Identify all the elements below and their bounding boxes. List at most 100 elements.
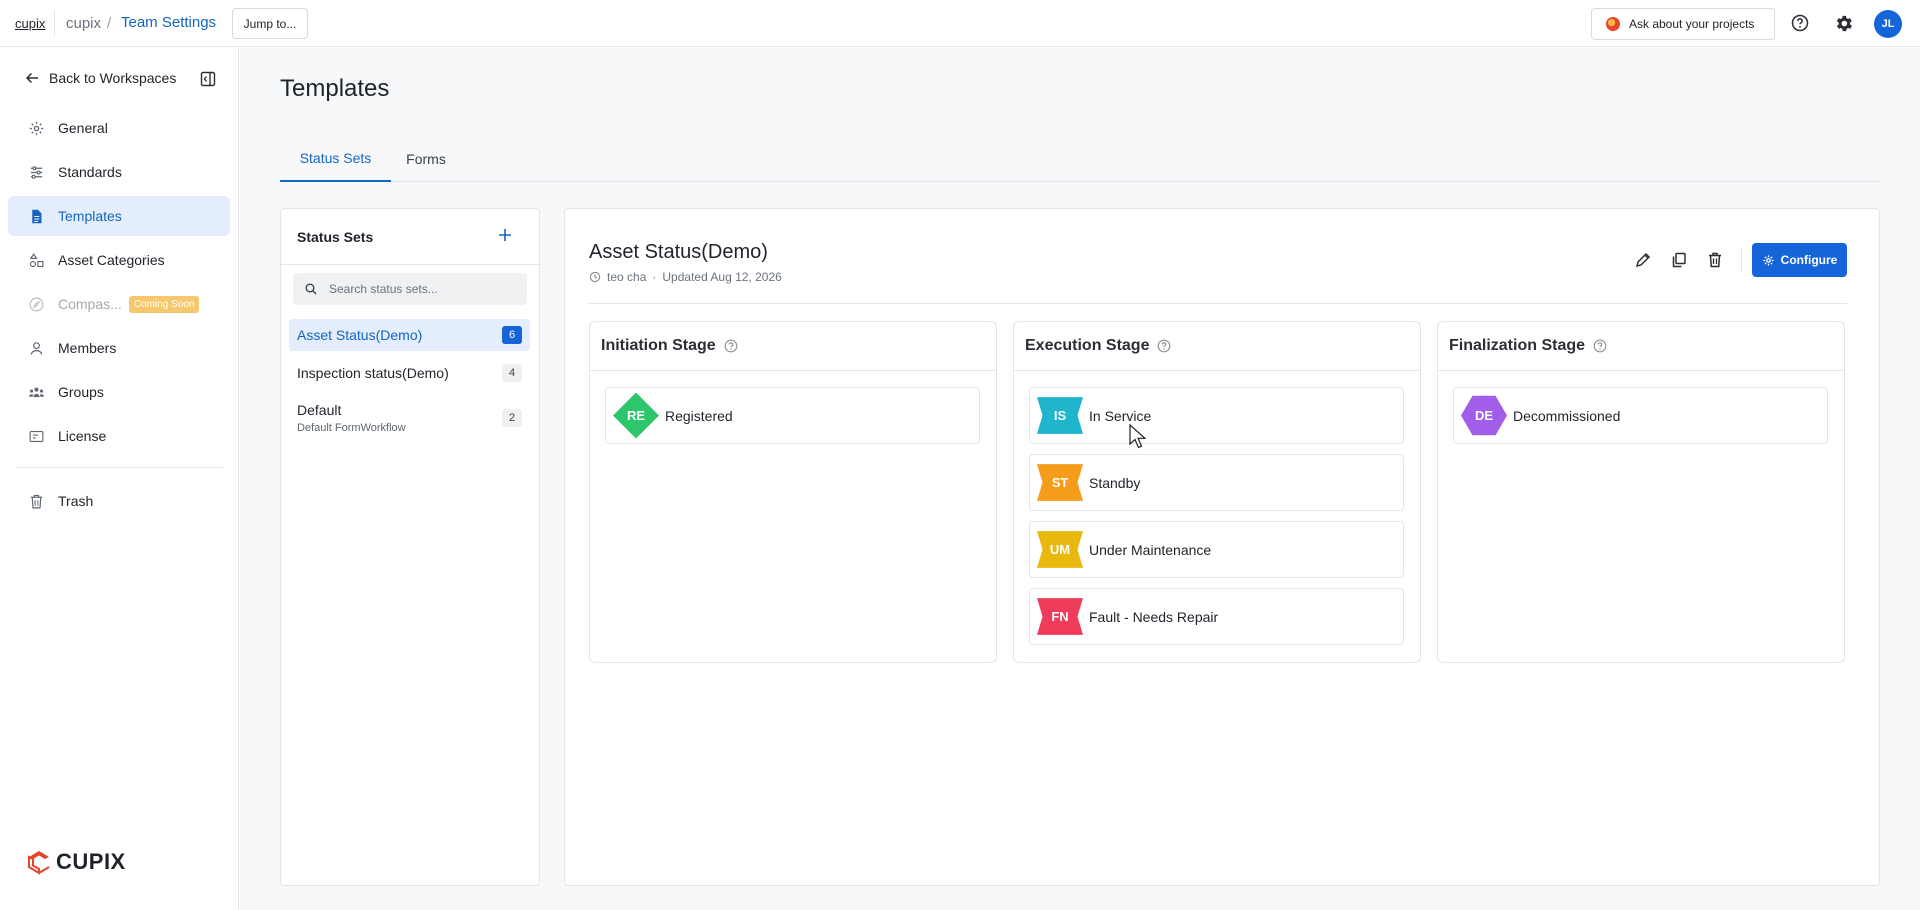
help-icon[interactable] <box>1791 14 1809 32</box>
status-set-item[interactable]: Default Default FormWorkflow 2 <box>289 395 530 441</box>
cupix-logo-icon <box>28 851 50 875</box>
sidebar-item-label: Asset Categories <box>58 252 165 268</box>
sidebar-divider <box>16 467 223 468</box>
add-status-set-icon[interactable] <box>496 226 514 244</box>
user-icon <box>30 341 43 355</box>
status-count-badge: 4 <box>502 364 522 382</box>
sidebar-item-groups[interactable]: Groups <box>8 372 230 412</box>
sidebar-item-label: License <box>58 428 107 444</box>
help-icon[interactable] <box>1593 339 1607 353</box>
group-icon <box>29 387 44 397</box>
status-count-badge: 2 <box>502 409 522 427</box>
status-label: Decommissioned <box>1513 407 1621 424</box>
sidebar-item-compass: Compas... Coming Soon <box>8 284 230 324</box>
copy-icon[interactable] <box>1670 251 1688 269</box>
author-name: teo cha <box>607 270 647 284</box>
sidebar-item-license[interactable]: License <box>8 416 230 456</box>
stage-header: Finalization Stage <box>1438 322 1844 371</box>
status-card-under-maintenance[interactable]: UM Under Maintenance <box>1029 521 1404 578</box>
status-ribbon-badge: IS <box>1037 397 1083 434</box>
stage-header: Execution Stage <box>1014 322 1420 371</box>
sliders-icon <box>30 165 43 179</box>
arrow-left-icon <box>25 72 38 84</box>
sidebar-item-asset-categories[interactable]: Asset Categories <box>8 240 230 280</box>
status-set-name: Asset Status(Demo) <box>297 327 423 343</box>
stage-title: Finalization Stage <box>1449 337 1586 354</box>
tab-status-sets[interactable]: Status Sets <box>280 136 391 182</box>
coming-soon-badge: Coming Soon <box>128 295 200 313</box>
updated-date: Updated Aug 12, 2026 <box>662 270 782 284</box>
status-card-standby[interactable]: ST Standby <box>1029 454 1404 511</box>
user-avatar[interactable]: JL <box>1874 10 1902 38</box>
help-icon[interactable] <box>724 339 738 353</box>
status-sets-title: Status Sets <box>297 229 374 245</box>
collapse-sidebar-icon[interactable] <box>200 71 216 87</box>
stage-column-execution: Execution Stage IS In Service ST Standby… <box>1013 321 1421 663</box>
configure-button[interactable]: Configure <box>1752 243 1847 277</box>
status-hexagon-badge: DE <box>1461 395 1507 436</box>
sidebar-item-label: Trash <box>58 493 94 509</box>
logo-text: CUPIX <box>56 849 126 874</box>
stage-column-finalization: Finalization Stage DE Decommissioned <box>1437 321 1845 663</box>
sidebar-item-label: General <box>58 120 108 136</box>
breadcrumb-separator: / <box>107 15 112 32</box>
status-card-fault-needs-repair[interactable]: FN Fault - Needs Repair <box>1029 588 1404 645</box>
tab-forms[interactable]: Forms <box>391 136 461 182</box>
status-label: Registered <box>665 407 733 424</box>
compass-icon <box>29 297 44 311</box>
help-icon[interactable] <box>1157 339 1171 353</box>
back-to-workspaces-link[interactable]: Back to Workspaces <box>24 70 176 86</box>
status-set-item[interactable]: Inspection status(Demo) 4 <box>289 357 530 389</box>
sidebar-item-templates[interactable]: Templates <box>8 196 230 236</box>
meta-separator: · <box>652 270 657 284</box>
settings-gear-icon[interactable] <box>1833 13 1854 34</box>
license-icon <box>29 430 44 442</box>
stage-header: Initiation Stage <box>590 322 996 371</box>
status-sets-panel: Status Sets Asset Status(Demo) 6 Inspect… <box>280 208 540 886</box>
status-label: In Service <box>1089 407 1152 424</box>
status-sets-header: Status Sets <box>281 209 539 265</box>
sidebar-item-standards[interactable]: Standards <box>8 152 230 192</box>
status-set-subtitle: Default FormWorkflow <box>297 422 406 434</box>
ask-ai-label: Ask about your projects <box>1629 17 1755 31</box>
stage-title: Initiation Stage <box>601 337 716 354</box>
status-set-item[interactable]: Asset Status(Demo) 6 <box>289 319 530 351</box>
toolbar-divider <box>1741 247 1742 273</box>
status-card-in-service[interactable]: IS In Service <box>1029 387 1404 444</box>
top-bar: cupix cupix / Team Settings Jump to... A… <box>0 0 1920 47</box>
status-ribbon-badge: ST <box>1037 464 1083 501</box>
status-label: Standby <box>1089 474 1141 491</box>
ai-assistant-icon <box>1606 17 1620 31</box>
gear-icon <box>1763 254 1774 266</box>
tab-bar: Status Sets Forms <box>280 136 1880 182</box>
detail-divider <box>589 303 1847 304</box>
sidebar-item-label: Groups <box>58 384 104 400</box>
status-set-title: Asset Status(Demo) <box>589 241 768 263</box>
sidebar-item-members[interactable]: Members <box>8 328 230 368</box>
status-label: Fault - Needs Repair <box>1089 608 1219 625</box>
search-status-sets-input[interactable] <box>293 273 527 305</box>
breadcrumb-divider <box>54 10 55 36</box>
status-label: Under Maintenance <box>1089 541 1212 558</box>
status-card-registered[interactable]: RE Registered <box>605 387 980 444</box>
sidebar-item-trash[interactable]: Trash <box>8 481 230 521</box>
shapes-icon <box>29 252 44 267</box>
status-set-name: Inspection status(Demo) <box>297 365 449 381</box>
search-icon <box>305 283 317 295</box>
status-set-name: Default <box>297 402 342 418</box>
status-set-detail-panel: Asset Status(Demo) teo cha · Updated Aug… <box>564 208 1880 886</box>
jump-to-button[interactable]: Jump to... <box>232 8 308 39</box>
stage-column-initiation: Initiation Stage RE Registered <box>589 321 997 663</box>
main-content: Templates Status Sets Forms Status Sets … <box>240 48 1920 910</box>
sidebar: Back to Workspaces General Standards Tem… <box>0 48 239 910</box>
brand-link[interactable]: cupix <box>15 16 45 31</box>
breadcrumb-team[interactable]: cupix <box>66 15 101 32</box>
edit-pencil-icon[interactable] <box>1634 251 1652 269</box>
cupix-logo: CUPIX <box>26 849 126 875</box>
status-card-decommissioned[interactable]: DE Decommissioned <box>1453 387 1828 444</box>
delete-trash-icon[interactable] <box>1706 251 1724 269</box>
ask-ai-button[interactable]: Ask about your projects <box>1591 8 1775 40</box>
sidebar-item-general[interactable]: General <box>8 108 230 148</box>
breadcrumb-current[interactable]: Team Settings <box>121 14 216 31</box>
sidebar-item-label: Templates <box>58 208 122 224</box>
